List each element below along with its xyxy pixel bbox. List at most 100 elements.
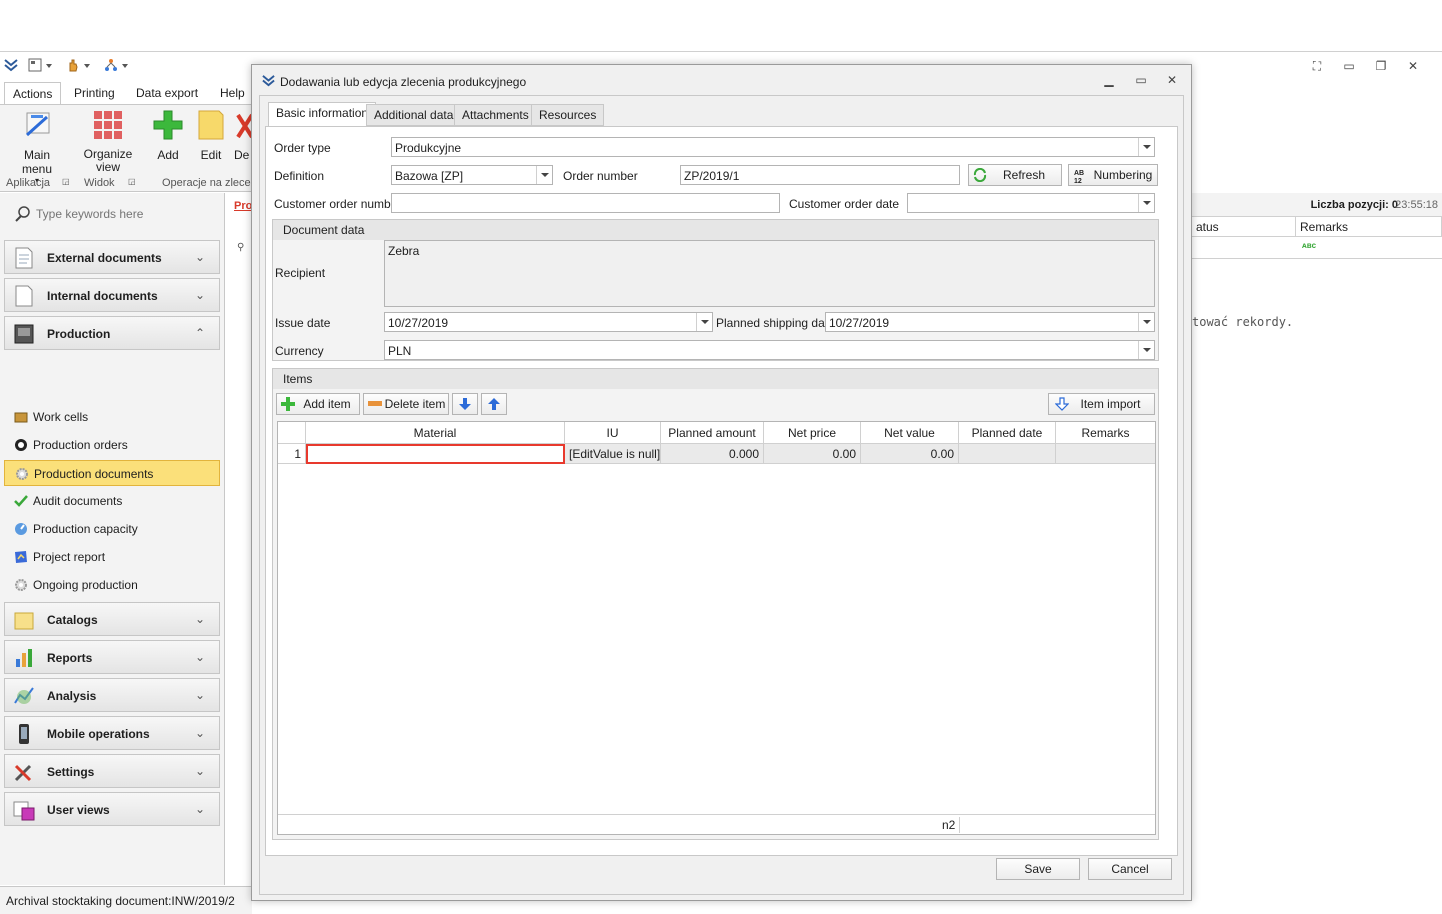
nav-group-mobile-operations[interactable]: Mobile operations ⌄ bbox=[4, 716, 220, 750]
net-value-cell[interactable]: 0.00 bbox=[861, 444, 959, 464]
close-icon[interactable]: ✕ bbox=[1165, 74, 1179, 86]
nav-item-label: Production orders bbox=[33, 438, 128, 452]
layout-dropdown-arrow[interactable] bbox=[46, 64, 52, 68]
column-header-net-value[interactable]: Net value bbox=[861, 422, 959, 444]
refresh-button[interactable]: Refresh bbox=[968, 164, 1062, 186]
restore-icon[interactable]: ▭ bbox=[1134, 74, 1148, 86]
search-input[interactable] bbox=[36, 205, 216, 223]
nav-item-production-documents[interactable]: Production documents bbox=[4, 460, 220, 486]
nav-item-production-capacity[interactable]: Production capacity bbox=[4, 516, 220, 542]
save-button[interactable]: Save bbox=[996, 858, 1080, 880]
nav-item-work-cells[interactable]: Work cells bbox=[4, 404, 220, 430]
recipient-field[interactable]: Zebra bbox=[384, 240, 1155, 307]
dropdown-arrow-icon[interactable] bbox=[1138, 194, 1154, 212]
filter-row[interactable] bbox=[1192, 237, 1442, 259]
currency-select[interactable]: PLN bbox=[384, 340, 1155, 360]
main-menu-button[interactable]: Main menu ▾ bbox=[8, 109, 66, 185]
column-header-planned-date[interactable]: Planned date bbox=[959, 422, 1056, 444]
chevron-down-icon: ⌄ bbox=[194, 612, 205, 626]
nav-item-label: Work cells bbox=[33, 410, 89, 424]
hand-icon[interactable] bbox=[66, 58, 80, 72]
fullscreen-icon[interactable]: ⛶ bbox=[1310, 60, 1324, 72]
column-header-remarks[interactable]: Remarks bbox=[1056, 422, 1155, 444]
tab-resources[interactable]: Resources bbox=[531, 104, 605, 126]
delete-button[interactable]: De bbox=[234, 109, 252, 162]
tab-printing[interactable]: Printing bbox=[66, 82, 123, 104]
nav-group-catalogs[interactable]: Catalogs ⌄ bbox=[4, 602, 220, 636]
planned-amount-cell[interactable]: 0.000 bbox=[661, 444, 764, 464]
tab-basic-information[interactable]: Basic information bbox=[268, 102, 377, 127]
nav-item-ongoing-production[interactable]: Ongoing production bbox=[4, 572, 220, 598]
layout-icon[interactable] bbox=[28, 58, 42, 72]
iu-cell[interactable]: [EditValue is null] bbox=[565, 444, 661, 464]
net-price-cell[interactable]: 0.00 bbox=[764, 444, 861, 464]
chevron-down-icon: ⌄ bbox=[194, 288, 205, 302]
column-header-iu[interactable]: IU bbox=[565, 422, 661, 444]
nav-item-project-report[interactable]: Project report bbox=[4, 544, 220, 570]
nav-group-settings[interactable]: Settings ⌄ bbox=[4, 754, 220, 788]
dropdown-arrow-icon[interactable] bbox=[1138, 341, 1154, 359]
nav-group-reports[interactable]: Reports ⌄ bbox=[4, 640, 220, 674]
planned-date-cell[interactable] bbox=[959, 444, 1056, 464]
close-icon[interactable]: ✕ bbox=[1406, 60, 1420, 72]
column-header-status[interactable]: atus bbox=[1192, 217, 1296, 237]
nav-item-audit-documents[interactable]: Audit documents bbox=[4, 488, 220, 514]
column-header-net-price[interactable]: Net price bbox=[764, 422, 861, 444]
group-expand-icon[interactable]: ◲ bbox=[128, 177, 136, 186]
nav-group-user-views[interactable]: User views ⌄ bbox=[4, 792, 220, 826]
tools-icon bbox=[14, 764, 32, 782]
definition-select[interactable]: Bazowa [ZP] bbox=[391, 165, 553, 185]
navigation-pane: External documents ⌄ Internal documents … bbox=[0, 193, 225, 885]
cancel-button[interactable]: Cancel bbox=[1088, 858, 1172, 880]
nav-group-production[interactable]: Production ⌃ bbox=[4, 316, 220, 350]
delete-item-button[interactable]: Delete item bbox=[363, 393, 449, 415]
nav-group-analysis[interactable]: Analysis ⌄ bbox=[4, 678, 220, 712]
order-type-select[interactable]: Produkcyjne bbox=[391, 137, 1155, 157]
customer-order-number-field[interactable] bbox=[391, 193, 780, 213]
order-number-field[interactable]: ZP/2019/1 bbox=[680, 165, 960, 185]
edit-button[interactable]: Edit bbox=[193, 109, 229, 162]
column-header-planned-amount[interactable]: Planned amount bbox=[661, 422, 764, 444]
network-icon[interactable] bbox=[104, 58, 118, 72]
main-menu-label: Main menu bbox=[21, 148, 53, 176]
column-header-material[interactable]: Material bbox=[306, 422, 565, 444]
nav-group-internal-documents[interactable]: Internal documents ⌄ bbox=[4, 278, 220, 312]
dropdown-arrow-icon[interactable] bbox=[536, 166, 552, 184]
customer-order-date-field[interactable] bbox=[907, 193, 1155, 213]
search-box[interactable] bbox=[8, 201, 218, 227]
column-header-remarks[interactable]: Remarks bbox=[1296, 217, 1442, 237]
organize-view-button[interactable]: Organize view bbox=[80, 109, 136, 174]
numbering-button[interactable]: AB 12 Numbering bbox=[1068, 164, 1158, 186]
tab-additional-data[interactable]: Additional data bbox=[366, 104, 462, 126]
dropdown-arrow-icon[interactable] bbox=[696, 313, 712, 331]
dropdown-arrow-icon[interactable] bbox=[1138, 138, 1154, 156]
add-button[interactable]: Add bbox=[150, 109, 186, 162]
item-import-button[interactable]: Item import bbox=[1048, 393, 1155, 415]
minimize-icon[interactable]: ▁ bbox=[1102, 74, 1116, 86]
move-down-button[interactable] bbox=[452, 393, 478, 415]
footer-summary: n2 bbox=[942, 818, 956, 832]
background-tab-label[interactable]: Pro bbox=[234, 200, 252, 212]
material-cell[interactable] bbox=[306, 444, 565, 464]
tab-help[interactable]: Help bbox=[212, 82, 253, 104]
nav-group-external-documents[interactable]: External documents ⌄ bbox=[4, 240, 220, 274]
hand-dropdown-arrow[interactable] bbox=[84, 64, 90, 68]
tab-actions[interactable]: Actions bbox=[4, 82, 62, 104]
move-up-button[interactable] bbox=[481, 393, 507, 415]
ribbon: Main menu ▾ Organize view Add Edit De Ap… bbox=[0, 104, 252, 192]
report-icon bbox=[15, 551, 27, 563]
tab-attachments[interactable]: Attachments bbox=[454, 104, 537, 126]
issue-date-field[interactable]: 10/27/2019 bbox=[384, 312, 713, 332]
nav-item-production-orders[interactable]: Production orders bbox=[4, 432, 220, 458]
dropdown-arrow-icon[interactable] bbox=[1138, 313, 1154, 331]
remarks-cell[interactable] bbox=[1056, 444, 1155, 464]
minimize-icon[interactable]: ▭ bbox=[1342, 60, 1356, 72]
footer-divider bbox=[959, 817, 960, 833]
planned-shipping-date-field[interactable]: 10/27/2019 bbox=[825, 312, 1155, 332]
group-expand-icon[interactable]: ◲ bbox=[62, 177, 70, 186]
network-dropdown-arrow[interactable] bbox=[122, 64, 128, 68]
tab-data-export[interactable]: Data export bbox=[128, 82, 206, 104]
clock-time: 23:55:18 bbox=[1395, 199, 1438, 211]
restore-icon[interactable]: ❐ bbox=[1374, 60, 1388, 72]
add-item-button[interactable]: Add item bbox=[276, 393, 360, 415]
